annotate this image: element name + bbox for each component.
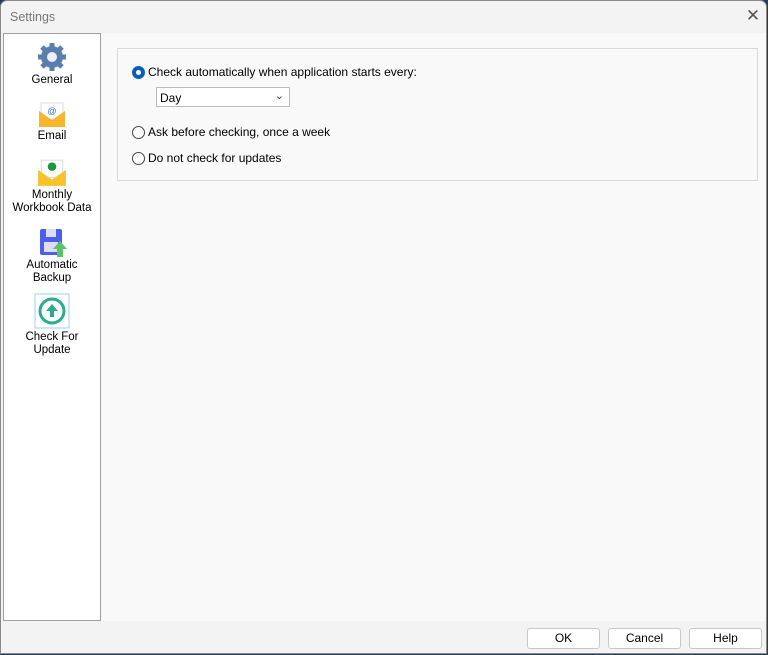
frequency-value: Day — [160, 91, 182, 105]
email-upload-icon — [38, 159, 66, 186]
radio-icon — [132, 125, 145, 139]
gear-icon — [38, 43, 66, 71]
sidebar-label: General — [31, 74, 73, 86]
update-options-group: Check automatically when application sta… — [117, 48, 758, 181]
email-icon: @ — [39, 102, 65, 127]
settings-window: Settings ✕ General @ Email Monthly Workb… — [0, 0, 767, 654]
ok-button[interactable]: OK — [527, 628, 600, 649]
sidebar-item-check-for-update[interactable]: Check For Update — [4, 293, 100, 357]
sidebar-item-email[interactable]: @ Email — [4, 100, 100, 143]
sidebar-item-general[interactable]: General — [4, 42, 100, 87]
sidebar-label: Email — [37, 130, 67, 142]
help-button[interactable]: Help — [689, 628, 762, 649]
sidebar-label: Check For — [25, 331, 79, 343]
window-title: Settings — [10, 10, 56, 24]
update-settings-panel: Check automatically when application sta… — [102, 33, 766, 621]
radio-icon — [132, 151, 145, 165]
sidebar-label: Monthly — [31, 189, 73, 201]
chevron-down-icon: ⌄ — [274, 90, 284, 102]
close-button[interactable]: ✕ — [741, 5, 765, 27]
sidebar-label: Automatic — [26, 259, 78, 271]
radio-selected-icon — [132, 65, 145, 79]
sidebar-label: Update — [33, 344, 71, 356]
radio-do-not-check[interactable]: Do not check for updates — [132, 151, 281, 165]
radio-label: Check automatically when application sta… — [148, 65, 417, 79]
radio-check-automatically[interactable]: Check automatically when application sta… — [132, 65, 417, 79]
radio-ask-before-checking[interactable]: Ask before checking, once a week — [132, 125, 330, 139]
save-backup-icon — [40, 229, 67, 257]
sidebar-item-automatic-backup[interactable]: Automatic Backup — [4, 227, 100, 285]
sidebar-label: Workbook Data — [12, 202, 92, 214]
sidebar-label: Backup — [32, 272, 72, 284]
radio-label: Ask before checking, once a week — [148, 125, 331, 139]
svg-text:@: @ — [47, 106, 56, 116]
radio-label: Do not check for updates — [148, 151, 282, 165]
upload-circle-icon — [34, 293, 70, 329]
sidebar-item-monthly-workbook-data[interactable]: Monthly Workbook Data — [4, 157, 100, 215]
cancel-button[interactable]: Cancel — [608, 628, 681, 649]
sidebar: General @ Email Monthly Workbook Data Au… — [3, 33, 101, 621]
frequency-select[interactable]: Day ⌄ — [156, 87, 290, 107]
